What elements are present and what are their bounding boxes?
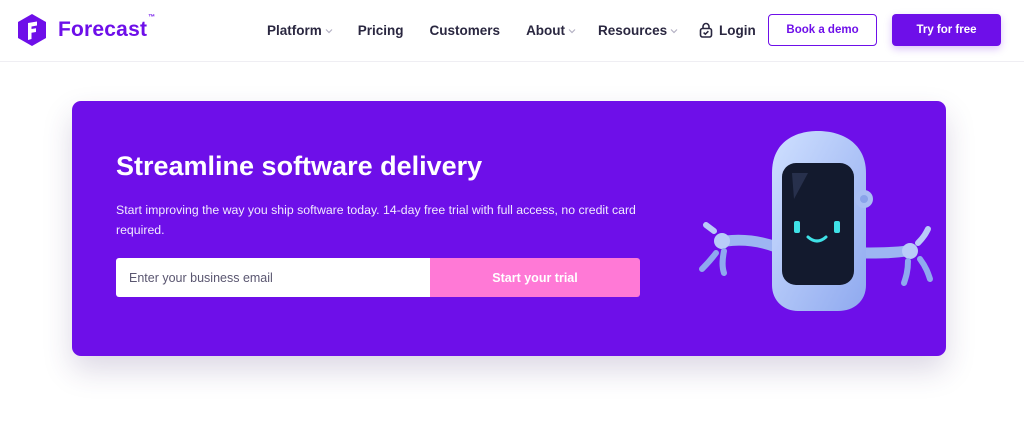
- hero-title: Streamline software delivery: [116, 151, 483, 181]
- chevron-down-icon: [670, 29, 678, 34]
- main-nav: Platform Pricing Customers About Resourc…: [267, 20, 678, 40]
- forecast-logo[interactable]: Forecast™: [16, 12, 155, 48]
- business-email-input[interactable]: [116, 258, 430, 297]
- trademark-symbol: ™: [148, 14, 156, 21]
- book-demo-button[interactable]: Book a demo: [768, 14, 877, 46]
- nav-item-label: About: [526, 22, 566, 38]
- nav-item-label: Resources: [598, 22, 668, 38]
- brand-name: Forecast™: [58, 14, 155, 42]
- lock-check-icon: [699, 22, 713, 38]
- forecast-logo-icon: [18, 14, 46, 46]
- nav-item-resources[interactable]: Resources: [598, 20, 678, 40]
- robot-right-arm: [856, 226, 933, 286]
- cta-banner: Streamline software delivery Start impro…: [72, 101, 946, 356]
- login-label: Login: [719, 22, 756, 38]
- nav-item-pricing[interactable]: Pricing: [358, 20, 404, 40]
- nav-item-customers[interactable]: Customers: [430, 20, 501, 40]
- nav-item-label: Platform: [267, 22, 322, 38]
- login-link[interactable]: Login: [699, 20, 756, 40]
- nav-item-label: Customers: [429, 22, 501, 38]
- start-trial-button[interactable]: Start your trial: [430, 258, 640, 297]
- chevron-down-icon: [568, 29, 576, 34]
- robot-left-arm: [699, 222, 782, 276]
- site-header: Forecast™ Platform Pricing Customers Abo…: [0, 0, 1024, 62]
- nav-item-about[interactable]: About: [526, 20, 576, 40]
- robot-body: [772, 131, 873, 311]
- hero-subtitle: Start improving the way you ship softwar…: [116, 203, 636, 237]
- brand-name-text: Forecast: [58, 18, 148, 41]
- try-for-free-button[interactable]: Try for free: [892, 14, 1001, 46]
- chevron-down-icon: [325, 29, 333, 34]
- robot-mascot-illustration: [699, 131, 933, 311]
- nav-item-platform[interactable]: Platform: [267, 20, 333, 40]
- nav-item-label: Pricing: [357, 22, 404, 38]
